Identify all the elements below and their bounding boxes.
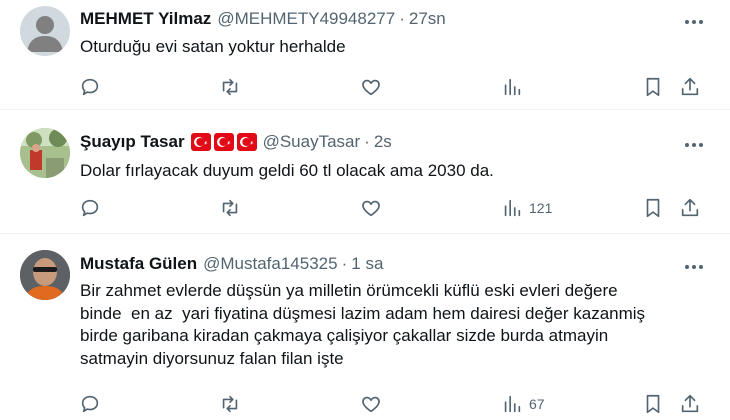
like-button[interactable] bbox=[360, 391, 382, 417]
author-handle[interactable]: @SuayTasar bbox=[263, 132, 361, 152]
views-count: 121 bbox=[529, 200, 553, 216]
turkey-flag bbox=[236, 133, 257, 151]
views-icon bbox=[504, 199, 521, 217]
retweet-button[interactable] bbox=[219, 74, 241, 100]
retweet-icon bbox=[222, 199, 238, 217]
tweet-text: Dolar fırlayacak duyum geldi 60 tl olaca… bbox=[80, 160, 710, 183]
action-bar: 67 bbox=[0, 391, 730, 417]
more-icon[interactable] bbox=[682, 257, 706, 277]
author-name[interactable]: Mustafa Gülen bbox=[80, 254, 197, 274]
author-name[interactable]: Şuayıp Tasar bbox=[80, 132, 185, 152]
bookmark-icon bbox=[646, 394, 660, 414]
reply-icon bbox=[81, 395, 99, 413]
timestamp[interactable]: 2s bbox=[374, 132, 392, 152]
like-button[interactable] bbox=[360, 74, 382, 100]
timestamp[interactable]: 1 sa bbox=[351, 254, 383, 274]
like-icon bbox=[362, 79, 380, 96]
bookmark-icon bbox=[646, 198, 660, 218]
tweet-text-line: satmayin diyorsunuz falan filan işte bbox=[80, 348, 344, 368]
views-icon bbox=[504, 78, 521, 96]
action-bar bbox=[0, 74, 730, 100]
avatar[interactable] bbox=[20, 250, 70, 300]
turkey-flag bbox=[190, 133, 211, 151]
bookmark-button[interactable] bbox=[642, 74, 664, 100]
tweet-text-line: Oturduğu evi satan yoktur herhalde bbox=[80, 37, 346, 56]
retweet-icon bbox=[222, 395, 238, 413]
separator-dot: · bbox=[341, 254, 348, 273]
share-icon bbox=[681, 77, 699, 96]
reply-icon bbox=[81, 199, 99, 217]
tweet-text: Bir zahmet evlerde düşsün ya milletin ör… bbox=[80, 280, 710, 370]
bookmark-button[interactable] bbox=[642, 195, 664, 221]
turkey-flag bbox=[213, 133, 234, 151]
more-icon[interactable] bbox=[682, 12, 706, 32]
tweet-text-line: Dolar fırlayacak duyum geldi 60 tl olaca… bbox=[80, 161, 494, 180]
retweet-button[interactable] bbox=[219, 391, 241, 417]
reply-button[interactable] bbox=[79, 74, 101, 100]
views-count: 67 bbox=[529, 396, 545, 412]
reply-button[interactable] bbox=[79, 391, 101, 417]
bookmark-icon bbox=[646, 77, 660, 97]
retweet-button[interactable] bbox=[219, 195, 241, 221]
tweet-text-line: Bir zahmet evlerde düşsün ya milletin ör… bbox=[80, 281, 618, 300]
reply-icon bbox=[81, 78, 99, 96]
views-button[interactable]: 121 bbox=[501, 195, 552, 221]
share-icon bbox=[681, 394, 699, 413]
separator-dot: · bbox=[364, 132, 370, 151]
tweet-text: Oturduğu evi satan yoktur herhalde bbox=[80, 36, 710, 59]
author-handle[interactable]: @Mustafa145325 bbox=[203, 254, 337, 274]
timestamp[interactable]: 27sn bbox=[409, 9, 446, 29]
views-button[interactable]: 67 bbox=[501, 391, 545, 417]
views-icon bbox=[504, 395, 521, 413]
reply-button[interactable] bbox=[79, 195, 101, 221]
views-button[interactable] bbox=[501, 74, 523, 100]
avatar[interactable] bbox=[20, 6, 70, 56]
like-icon bbox=[362, 200, 380, 217]
tweet-item[interactable]: Mustafa Gülen @Mustafa145325 · 1 sa Bir … bbox=[0, 234, 730, 420]
author-handle[interactable]: @MEHMETY49948277 bbox=[217, 9, 395, 29]
share-button[interactable] bbox=[679, 195, 701, 221]
share-icon bbox=[681, 198, 699, 217]
like-icon bbox=[362, 396, 380, 413]
action-bar: 121 bbox=[0, 195, 730, 221]
bookmark-button[interactable] bbox=[642, 391, 664, 417]
tweet-text-line: birde garibana kiradan çakmaya çalişiyor… bbox=[80, 326, 609, 345]
more-icon[interactable] bbox=[682, 135, 706, 155]
tweet-text-line: binde en az yari fiyatina düşmesi lazim … bbox=[80, 303, 646, 323]
separator-dot: · bbox=[399, 9, 405, 28]
tweet-item[interactable]: MEHMET Yilmaz @MEHMETY49948277 · 27sn Ot… bbox=[0, 0, 730, 110]
like-button[interactable] bbox=[360, 195, 382, 221]
retweet-icon bbox=[222, 78, 238, 96]
share-button[interactable] bbox=[679, 74, 701, 100]
avatar[interactable] bbox=[20, 128, 70, 178]
tweet-item[interactable]: Şuayıp Tasar @SuayTasar · 2s Dolar fırla… bbox=[0, 110, 730, 234]
share-button[interactable] bbox=[679, 391, 701, 417]
author-name[interactable]: MEHMET Yilmaz bbox=[80, 9, 211, 29]
